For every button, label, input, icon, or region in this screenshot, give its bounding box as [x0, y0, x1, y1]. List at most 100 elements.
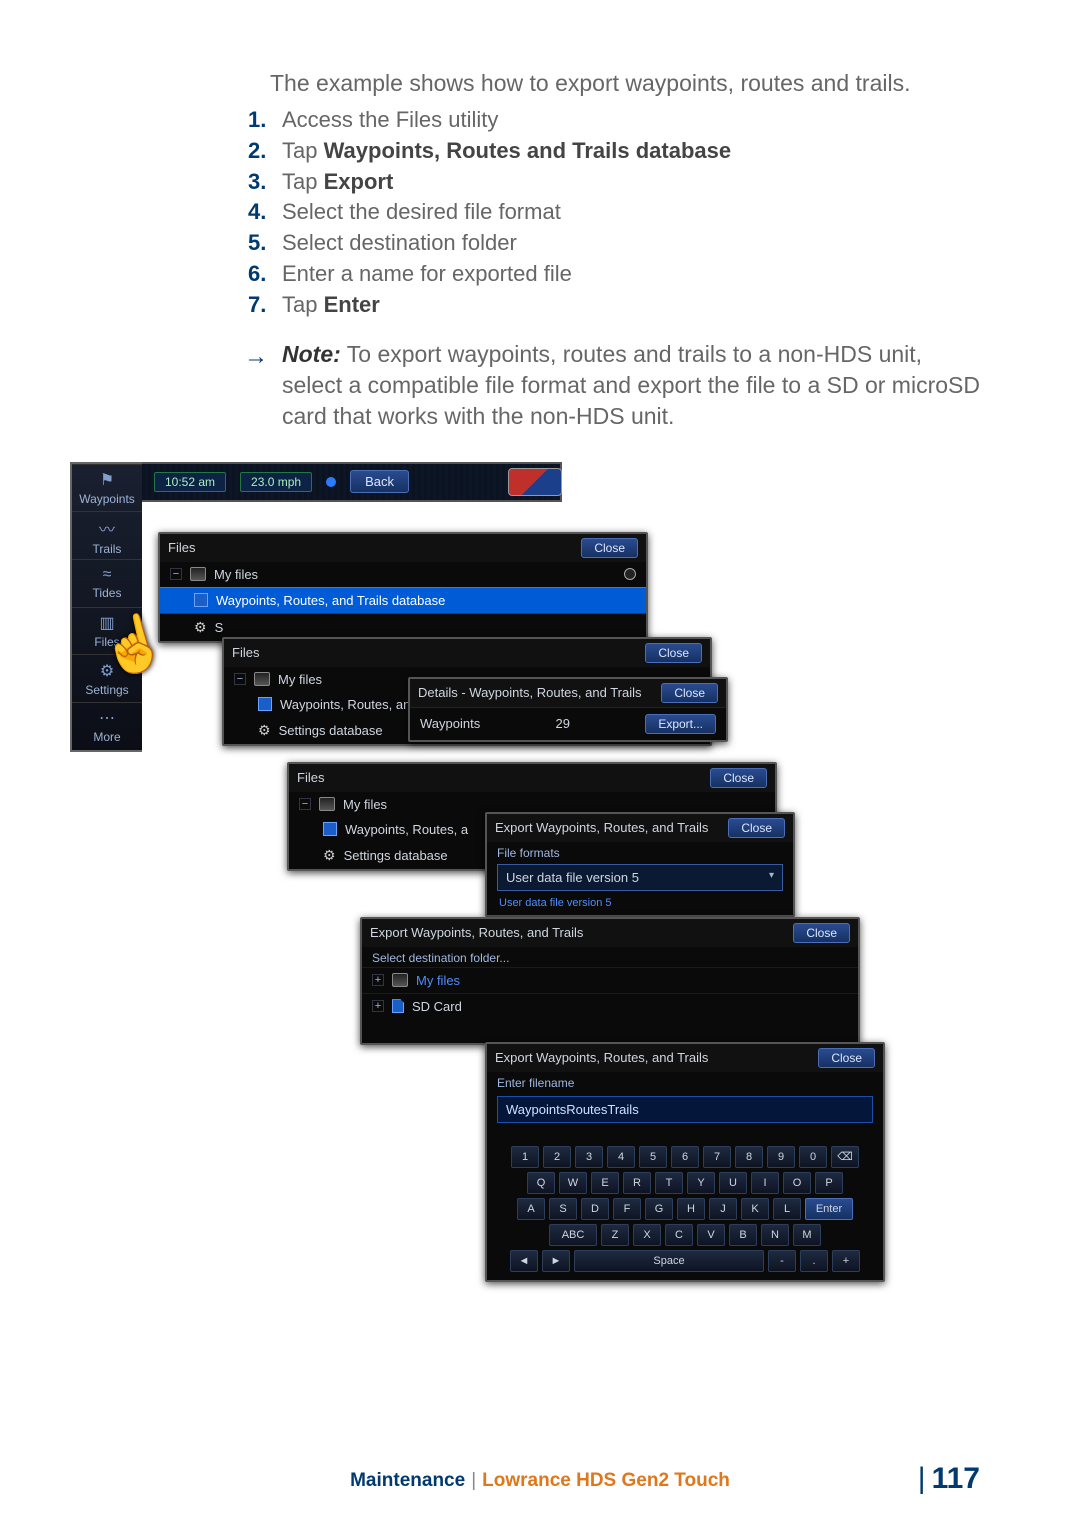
step-1: Access the Files utility: [250, 105, 980, 136]
collapse-icon[interactable]: −: [170, 568, 182, 580]
panel-title: Files: [168, 540, 195, 555]
waypoint-icon: ⚑: [100, 470, 114, 490]
key-z[interactable]: Z: [601, 1224, 629, 1246]
key-u[interactable]: U: [719, 1172, 747, 1194]
database-icon: [258, 697, 272, 711]
key-j[interactable]: J: [709, 1198, 737, 1220]
drive-icon: [392, 973, 408, 987]
export-destination-panel: Export Waypoints, Routes, and Trails Clo…: [360, 917, 860, 1045]
database-icon: [323, 822, 337, 836]
sidebar-item-more[interactable]: ⋯More: [72, 702, 142, 750]
panel-title: Export Waypoints, Routes, and Trails: [495, 1050, 708, 1065]
page-number: |117: [918, 1462, 980, 1496]
step-3: Tap Export: [250, 167, 980, 198]
close-button[interactable]: Close: [581, 538, 638, 558]
close-button[interactable]: Close: [645, 643, 702, 663]
app-topbar: 10:52 am 23.0 mph Back: [142, 462, 562, 502]
key-+[interactable]: +: [832, 1250, 860, 1272]
close-button[interactable]: Close: [793, 923, 850, 943]
tree-wpdb[interactable]: Waypoints, Routes, and Trails database: [160, 587, 646, 614]
key-a[interactable]: A: [517, 1198, 545, 1220]
key-⌫[interactable]: ⌫: [831, 1146, 859, 1168]
key-5[interactable]: 5: [639, 1146, 667, 1168]
key-1[interactable]: 1: [511, 1146, 539, 1168]
key-d[interactable]: D: [581, 1198, 609, 1220]
radio-icon[interactable]: [624, 568, 636, 580]
key-e[interactable]: E: [591, 1172, 619, 1194]
key-p[interactable]: P: [815, 1172, 843, 1194]
key-3[interactable]: 3: [575, 1146, 603, 1168]
key-l[interactable]: L: [773, 1198, 801, 1220]
brand-logo: [508, 468, 562, 496]
note-label: Note:: [282, 341, 341, 367]
chevron-down-icon: ▾: [769, 870, 774, 885]
key-7[interactable]: 7: [703, 1146, 731, 1168]
key-o[interactable]: O: [783, 1172, 811, 1194]
key-f[interactable]: F: [613, 1198, 641, 1220]
step-7: Tap Enter: [250, 290, 980, 321]
app-sidebar: ⚑Waypoints 〰Trails ≈Tides ▥Files ⚙Settin…: [70, 462, 142, 752]
step-5: Select destination folder: [250, 228, 980, 259]
key-b[interactable]: B: [729, 1224, 757, 1246]
key-6[interactable]: 6: [671, 1146, 699, 1168]
sidebar-item-trails[interactable]: 〰Trails: [72, 511, 142, 559]
key-c[interactable]: C: [665, 1224, 693, 1246]
gears-icon: ⚙: [258, 722, 271, 739]
key-v[interactable]: V: [697, 1224, 725, 1246]
dest-myfiles[interactable]: + My files: [362, 967, 858, 993]
expand-icon[interactable]: +: [372, 974, 384, 986]
export-button[interactable]: Export...: [645, 714, 716, 734]
trails-icon: 〰: [99, 516, 115, 540]
key--[interactable]: -: [768, 1250, 796, 1272]
key-t[interactable]: T: [655, 1172, 683, 1194]
waypoints-count: 29: [556, 716, 570, 731]
note: → Note: To export waypoints, routes and …: [250, 339, 980, 432]
key-n[interactable]: N: [761, 1224, 789, 1246]
dest-sdcard[interactable]: + SD Card: [362, 993, 858, 1019]
step-4: Select the desired file format: [250, 197, 980, 228]
key-g[interactable]: G: [645, 1198, 673, 1220]
key-r[interactable]: R: [623, 1172, 651, 1194]
sidebar-item-waypoints[interactable]: ⚑Waypoints: [72, 464, 142, 512]
close-button[interactable]: Close: [710, 768, 767, 788]
key-i[interactable]: I: [751, 1172, 779, 1194]
key-h[interactable]: H: [677, 1198, 705, 1220]
key-9[interactable]: 9: [767, 1146, 795, 1168]
tree-myfiles[interactable]: − My files: [160, 562, 646, 587]
collapse-icon[interactable]: −: [299, 798, 311, 810]
key-4[interactable]: 4: [607, 1146, 635, 1168]
steps-list: Access the Files utility Tap Waypoints, …: [250, 105, 980, 321]
sidebar-item-tides[interactable]: ≈Tides: [72, 559, 142, 607]
key-w[interactable]: W: [559, 1172, 587, 1194]
key-k[interactable]: K: [741, 1198, 769, 1220]
file-format-select[interactable]: User data file version 5 ▾: [497, 864, 783, 891]
panel-title: Export Waypoints, Routes, and Trails: [495, 820, 708, 835]
footer-sep: |: [471, 1470, 476, 1492]
key-q[interactable]: Q: [527, 1172, 555, 1194]
key-0[interactable]: 0: [799, 1146, 827, 1168]
close-button[interactable]: Close: [661, 683, 718, 703]
key-x[interactable]: X: [633, 1224, 661, 1246]
key-space[interactable]: Space: [574, 1250, 764, 1272]
key-.[interactable]: .: [800, 1250, 828, 1272]
back-button[interactable]: Back: [350, 470, 409, 493]
panel-title: Files: [297, 770, 324, 785]
file-formats-label: File formats: [487, 842, 793, 862]
key-►[interactable]: ►: [542, 1250, 570, 1272]
key-enter[interactable]: Enter: [805, 1198, 853, 1220]
key-abc[interactable]: ABC: [549, 1224, 597, 1246]
key-m[interactable]: M: [793, 1224, 821, 1246]
key-2[interactable]: 2: [543, 1146, 571, 1168]
expand-icon[interactable]: +: [372, 1000, 384, 1012]
collapse-icon[interactable]: −: [234, 673, 246, 685]
key-◄[interactable]: ◄: [510, 1250, 538, 1272]
filename-input[interactable]: WaypointsRoutesTrails: [497, 1096, 873, 1123]
more-icon: ⋯: [99, 708, 115, 728]
key-8[interactable]: 8: [735, 1146, 763, 1168]
panel-title: Export Waypoints, Routes, and Trails: [370, 925, 583, 940]
footer-section: Maintenance: [350, 1470, 465, 1492]
key-y[interactable]: Y: [687, 1172, 715, 1194]
key-s[interactable]: S: [549, 1198, 577, 1220]
close-button[interactable]: Close: [728, 818, 785, 838]
close-button[interactable]: Close: [818, 1048, 875, 1068]
